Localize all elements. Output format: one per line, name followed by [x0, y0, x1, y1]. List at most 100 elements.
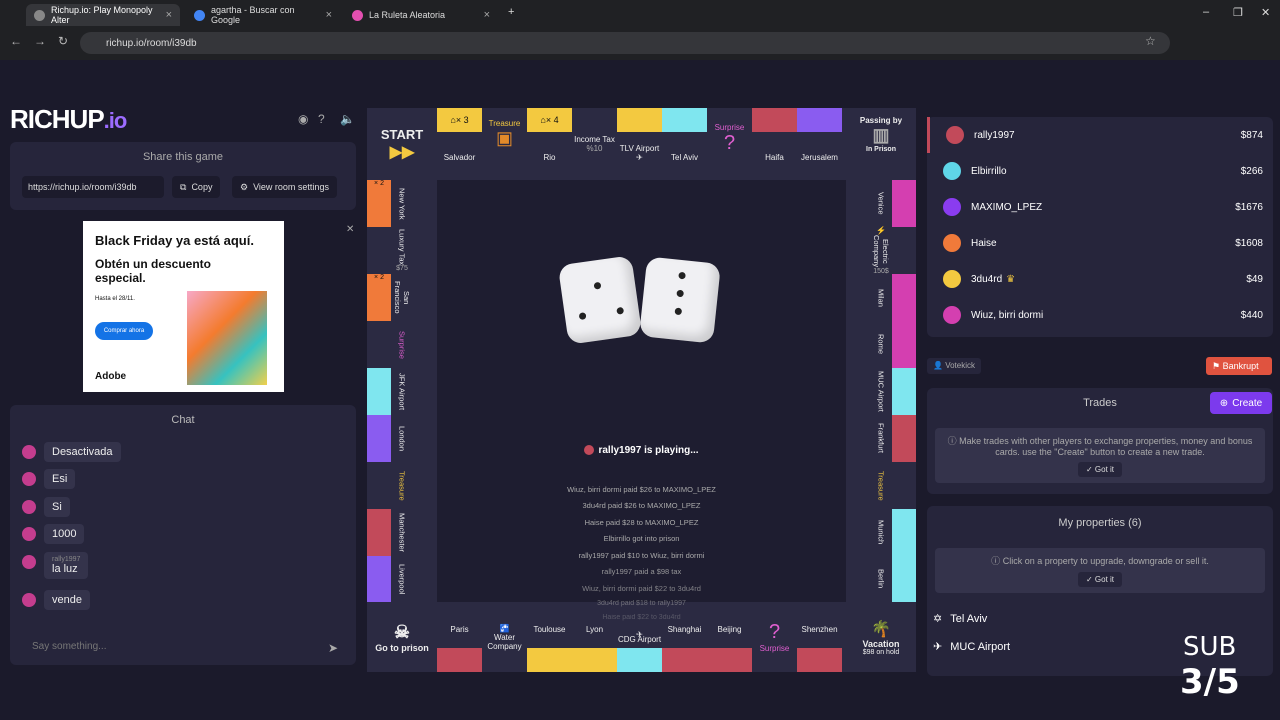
- board-cell-paris[interactable]: Paris: [437, 602, 482, 672]
- board-cell-milan[interactable]: Milan: [846, 274, 916, 321]
- board-cell-rome[interactable]: Rome: [846, 321, 916, 368]
- prison-bars-icon: ▥: [872, 124, 890, 145]
- address-bar[interactable]: richup.io/room/i39db: [80, 32, 1170, 54]
- advertisement[interactable]: Black Friday ya está aquí. Obtén un desc…: [83, 221, 284, 392]
- question-icon: ?: [723, 132, 736, 154]
- view-room-settings-button[interactable]: ⚙ View room settings: [232, 176, 337, 198]
- board-cell-go-to-prison[interactable]: ☠ Go to prison: [367, 602, 437, 672]
- create-trade-button[interactable]: ⊕ Create: [1210, 392, 1272, 414]
- board-cell-cdg-airport[interactable]: ✈ CDG Airport: [617, 602, 662, 672]
- copy-button[interactable]: ⧉ Copy: [172, 176, 221, 198]
- bankrupt-button[interactable]: ⚑ Bankrupt: [1206, 357, 1272, 375]
- reload-icon[interactable]: ↻: [58, 34, 68, 48]
- board-cell-treasure-right[interactable]: Treasure: [846, 462, 916, 509]
- ad-cta-button[interactable]: Comprar ahora: [95, 322, 153, 340]
- player-avatar: [946, 126, 964, 144]
- board-cell-prison[interactable]: Passing by ▥ In Prison: [846, 108, 916, 180]
- board-cell-muc-airport[interactable]: MUC Airport: [846, 368, 916, 415]
- board-cell-jerusalem[interactable]: Jerusalem: [797, 108, 842, 180]
- board-cell-surprise[interactable]: Surprise ?: [707, 108, 752, 180]
- tab-label: La Ruleta Aleatoria: [369, 10, 446, 20]
- back-icon[interactable]: ←: [10, 34, 22, 48]
- richup-favicon-icon: [34, 9, 45, 21]
- player-name: Haise: [971, 237, 997, 249]
- owner-strip: [892, 180, 916, 227]
- ad-close-icon[interactable]: ✕: [346, 224, 354, 235]
- google-favicon-icon: [194, 9, 205, 21]
- board-cell-manchester[interactable]: Manchester: [367, 509, 437, 556]
- bookmark-star-icon[interactable]: ☆: [1145, 34, 1156, 48]
- tab-richup[interactable]: Richup.io: Play Monopoly Alter ×: [26, 4, 180, 26]
- board-cell-venice[interactable]: Venice: [846, 180, 916, 227]
- board-cell-tel-aviv[interactable]: Tel Aviv: [662, 108, 707, 180]
- board-cell-san-francisco[interactable]: × 2 San Francisco: [367, 274, 437, 321]
- player-row[interactable]: Haise $1608: [927, 225, 1273, 261]
- got-it-button[interactable]: ✓ Got it: [1077, 572, 1123, 587]
- send-icon[interactable]: ➤: [328, 641, 338, 655]
- board-cell-rio[interactable]: ⌂ × 4 Rio: [527, 108, 572, 180]
- player-row[interactable]: 3du4rd ♛ $49: [927, 261, 1273, 297]
- board-cell-luxury-tax[interactable]: Luxury Tax $75: [367, 227, 437, 274]
- board-cell-frankfurt[interactable]: Frankfurt: [846, 415, 916, 462]
- cell-label: Paris: [450, 624, 469, 634]
- property-item[interactable]: ✈ MUC Airport: [933, 640, 1010, 654]
- discord-icon[interactable]: ◉: [298, 112, 308, 126]
- maximize-icon[interactable]: ❐: [1233, 6, 1243, 19]
- board-cell-shanghai[interactable]: Shanghai: [662, 602, 707, 672]
- close-icon[interactable]: ×: [484, 9, 490, 21]
- board-cell-new-york[interactable]: × 2 New York: [367, 180, 437, 227]
- player-avatar: [584, 445, 595, 456]
- player-row[interactable]: rally1997 $874: [927, 117, 1273, 153]
- board-cell-liverpool[interactable]: Liverpool: [367, 556, 437, 602]
- board-cell-salvador[interactable]: ⌂ × 3 Salvador: [437, 108, 482, 180]
- avatar: [22, 472, 36, 486]
- cell-label: Rio: [543, 152, 556, 162]
- votekick-button[interactable]: 👤 Votekick: [927, 358, 981, 374]
- tab-google[interactable]: agartha - Buscar con Google ×: [186, 4, 340, 26]
- property-item[interactable]: ✡ Tel Aviv: [933, 612, 987, 626]
- board-cell-haifa[interactable]: Haifa: [752, 108, 797, 180]
- board-cell-electric-company[interactable]: ⚡ Electric Company 150$: [846, 226, 916, 274]
- board-cell-shenzhen[interactable]: Shenzhen: [797, 602, 842, 672]
- board-cell-lyon[interactable]: Lyon: [572, 602, 617, 672]
- avatar: [22, 445, 36, 459]
- chat-input[interactable]: Say something...: [24, 637, 308, 657]
- player-row[interactable]: Wiuz, birri dormi $440: [927, 297, 1273, 333]
- board-cell-london[interactable]: London: [367, 415, 437, 462]
- tab-ruleta[interactable]: La Ruleta Aleatoria ×: [344, 4, 498, 26]
- close-icon[interactable]: ×: [326, 9, 332, 21]
- board-cell-berlin[interactable]: Berlin: [846, 556, 916, 602]
- forward-icon[interactable]: →: [34, 34, 46, 48]
- board-cell-munich[interactable]: Munich: [846, 509, 916, 556]
- board-cell-toulouse[interactable]: Toulouse: [527, 602, 572, 672]
- board-cell-beijing[interactable]: Beijing: [707, 602, 752, 672]
- close-icon[interactable]: ×: [166, 9, 172, 21]
- board-cell-start[interactable]: START ▶▶: [367, 108, 437, 180]
- player-row[interactable]: MAXIMO_LPEZ $1676: [927, 189, 1273, 225]
- player-money: $1676: [1235, 201, 1263, 213]
- tab-label: agartha - Buscar con Google: [211, 5, 295, 25]
- board-cell-treasure[interactable]: Treasure ▣: [482, 108, 527, 180]
- board-cell-water-company[interactable]: 🚰 Water Company: [482, 602, 527, 672]
- window-close-icon[interactable]: ✕: [1261, 6, 1270, 19]
- minimize-icon[interactable]: –: [1203, 6, 1209, 18]
- airplane-icon: ✈: [636, 153, 643, 162]
- chat-message: Si: [22, 497, 70, 517]
- owner-strip: [892, 509, 916, 556]
- overlay-counter: 3/5: [1180, 662, 1240, 702]
- board-cell-treasure-left[interactable]: Treasure: [367, 462, 437, 509]
- board-cell-vacation[interactable]: 🌴 Vacation $98 on hold: [846, 602, 916, 672]
- room-url-field[interactable]: https://richup.io/room/i39db: [22, 176, 164, 198]
- new-tab-icon[interactable]: +: [508, 6, 514, 18]
- url-text: richup.io/room/i39db: [106, 37, 197, 49]
- player-row[interactable]: Elbirrillo $266: [927, 153, 1273, 189]
- cell-label: Luxury Tax: [397, 228, 407, 266]
- help-icon[interactable]: ?: [318, 112, 325, 126]
- board-cell-tlv-airport[interactable]: TLV Airport ✈: [617, 108, 662, 180]
- board-cell-surprise-bottom[interactable]: ? Surprise: [752, 602, 797, 672]
- volume-icon[interactable]: 🔈: [340, 112, 355, 126]
- board-cell-jfk-airport[interactable]: JFK Airport: [367, 368, 437, 415]
- board-cell-income-tax[interactable]: Income Tax %10: [572, 108, 617, 180]
- board-cell-surprise-left[interactable]: Surprise: [367, 321, 437, 368]
- got-it-button[interactable]: ✓ Got it: [1077, 462, 1123, 477]
